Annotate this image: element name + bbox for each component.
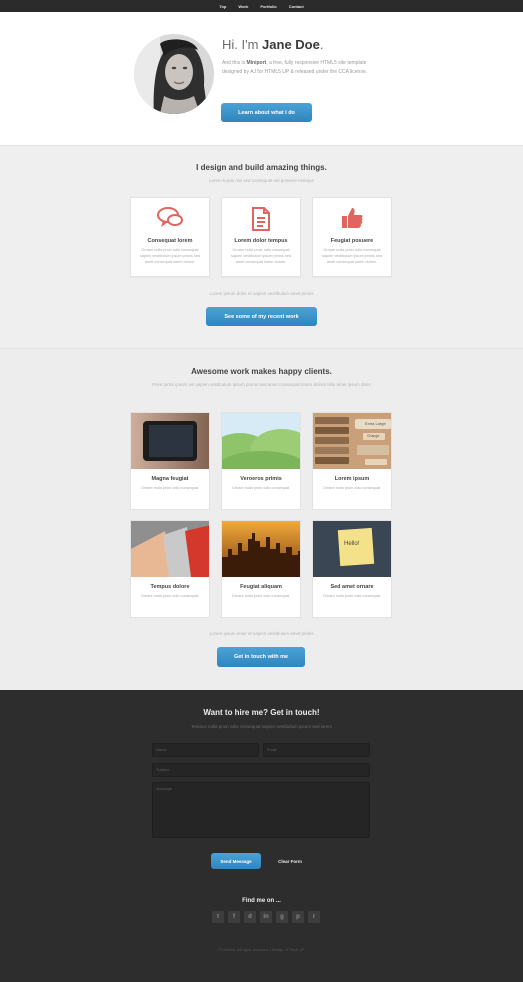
card-title: Feugiat aliquam: [240, 584, 282, 590]
learn-more-button[interactable]: Learn about what I do: [221, 103, 312, 122]
dribbble-icon[interactable]: d: [244, 911, 256, 923]
portfolio-card[interactable]: Feugiat aliquam Ornare nulla proin odio …: [221, 520, 301, 618]
card-desc: Ornare nulla proin odio consequat.: [322, 486, 382, 490]
feature-card: Consequat lorem Ornare nulla proin odio …: [130, 197, 210, 277]
work-subtitle: Prise tortor ipsum vel sapien vestibulum…: [151, 382, 372, 387]
card-title: Magna feugiat: [151, 476, 189, 482]
portfolio-card[interactable]: Extra Large Change Lorem ipsum Ornare nu…: [312, 412, 392, 510]
hero-desc-brand: Miniport: [246, 60, 267, 66]
hero-period: .: [319, 37, 324, 52]
nav-contact[interactable]: Contact: [289, 4, 304, 9]
hero-title: Hi. I'm Jane Doe.: [222, 37, 323, 52]
hero-desc-prefix: And this is: [222, 60, 247, 66]
chat-bubbles-icon: [131, 206, 209, 235]
thumb-label-hello: Hello!: [344, 541, 360, 547]
work-section: [0, 348, 523, 690]
ui-kit-thumbnail: Extra Large Change: [313, 413, 391, 469]
clear-form-button[interactable]: Clear Form: [268, 853, 312, 869]
phone-thumbnail: [131, 413, 209, 469]
feature-title: Lorem dolor tempus: [234, 238, 288, 244]
pinterest-icon[interactable]: p: [292, 911, 304, 923]
sticky-note-thumbnail: Hello!: [313, 521, 391, 577]
nav-top[interactable]: Top: [219, 4, 226, 9]
send-message-button[interactable]: Send Message: [211, 853, 261, 869]
thumbs-up-icon: [313, 206, 391, 235]
google-plus-icon[interactable]: g: [276, 911, 288, 923]
work-footnote: Lorem ipsum dolor et sapien vestibulum a…: [209, 631, 314, 636]
subject-field[interactable]: Subject: [152, 763, 370, 777]
about-title: I design and build amazing things.: [196, 163, 327, 172]
hero-greeting: Hi. I'm: [222, 37, 263, 52]
card-desc: Ornare nulla proin odio consequat.: [140, 594, 200, 598]
about-footnote: Lorem ipsum dolor et sapien vestibulum a…: [209, 291, 314, 296]
feature-card: Feugiat posuere Ornare nulla proin odio …: [312, 197, 392, 277]
contact-subtitle: Tempus nulla proin odio consequat sapien…: [190, 724, 333, 729]
top-nav: Top Work Portfolio Contact: [0, 0, 523, 12]
social-links: t f d in g p r: [212, 911, 320, 923]
get-in-touch-button[interactable]: Get in touch with me: [217, 647, 305, 667]
thumb-label-extra-large: Extra Large: [365, 421, 386, 426]
facebook-icon[interactable]: f: [228, 911, 240, 923]
feature-title: Consequat lorem: [147, 238, 193, 244]
message-field[interactable]: Message: [152, 782, 370, 838]
portfolio-card[interactable]: Tempus dolore Ornare nulla proin odio co…: [130, 520, 210, 618]
portfolio-card[interactable]: Veroeros primis Ornare nulla proin odio …: [221, 412, 301, 510]
card-title: Lorem ipsum: [334, 476, 370, 482]
feature-desc: Ornare nulla proin odio consequat sapien…: [231, 248, 291, 264]
feature-desc: Ornare nulla proin odio consequat sapien…: [322, 248, 382, 264]
email-placeholder: Email: [267, 747, 278, 752]
card-title: Sed amet ornare: [330, 584, 374, 590]
portfolio-card[interactable]: Magna feugiat Ornare nulla proin odio co…: [130, 412, 210, 510]
city-skyline-thumbnail: [222, 521, 300, 577]
portfolio-card[interactable]: Hello! Sed amet ornare Ornare nulla proi…: [312, 520, 392, 618]
work-title: Awesome work makes happy clients.: [191, 367, 332, 376]
contact-title: Want to hire me? Get in touch!: [203, 708, 320, 717]
name-field[interactable]: Name: [152, 743, 259, 757]
message-placeholder: Message: [156, 786, 173, 791]
hero-section: [0, 12, 523, 145]
hero-description: And this is Miniport, a free, fully resp…: [222, 59, 388, 77]
card-desc: Ornare nulla proin odio consequat.: [231, 486, 291, 490]
hills-thumbnail: [222, 413, 300, 469]
feature-title: Feugiat posuere: [330, 238, 374, 244]
find-me-title: Find me on ...: [242, 898, 281, 904]
feature-desc: Ornare nulla proin odio consequat sapien…: [140, 248, 200, 264]
about-subtitle: Lorem turpis nisl sed consequat vel posu…: [208, 178, 315, 183]
avatar: [134, 34, 214, 114]
card-title: Veroeros primis: [240, 476, 282, 482]
subject-placeholder: Subject: [156, 767, 170, 772]
email-field[interactable]: Email: [263, 743, 370, 757]
linkedin-icon[interactable]: in: [260, 911, 272, 923]
rss-icon[interactable]: r: [308, 911, 320, 923]
feature-card: Lorem dolor tempus Ornare nulla proin od…: [221, 197, 301, 277]
nav-portfolio[interactable]: Portfolio: [260, 4, 276, 9]
card-desc: Ornare nulla proin odio consequat.: [140, 486, 200, 490]
card-desc: Ornare nulla proin odio consequat.: [231, 594, 291, 598]
paper-thumbnail: [131, 521, 209, 577]
card-title: Tempus dolore: [150, 584, 190, 590]
thumb-label-change: Change: [367, 434, 380, 438]
twitter-icon[interactable]: t: [212, 911, 224, 923]
document-icon: [222, 206, 300, 237]
name-placeholder: Name: [156, 747, 167, 752]
see-work-button[interactable]: See some of my recent work: [206, 307, 317, 326]
hero-name: Jane Doe: [262, 37, 320, 52]
footer-copyright: © Untitled. All rights reserved. | Desig…: [218, 948, 305, 952]
nav-work[interactable]: Work: [238, 4, 248, 9]
card-desc: Ornare nulla proin odio consequat.: [322, 594, 382, 598]
